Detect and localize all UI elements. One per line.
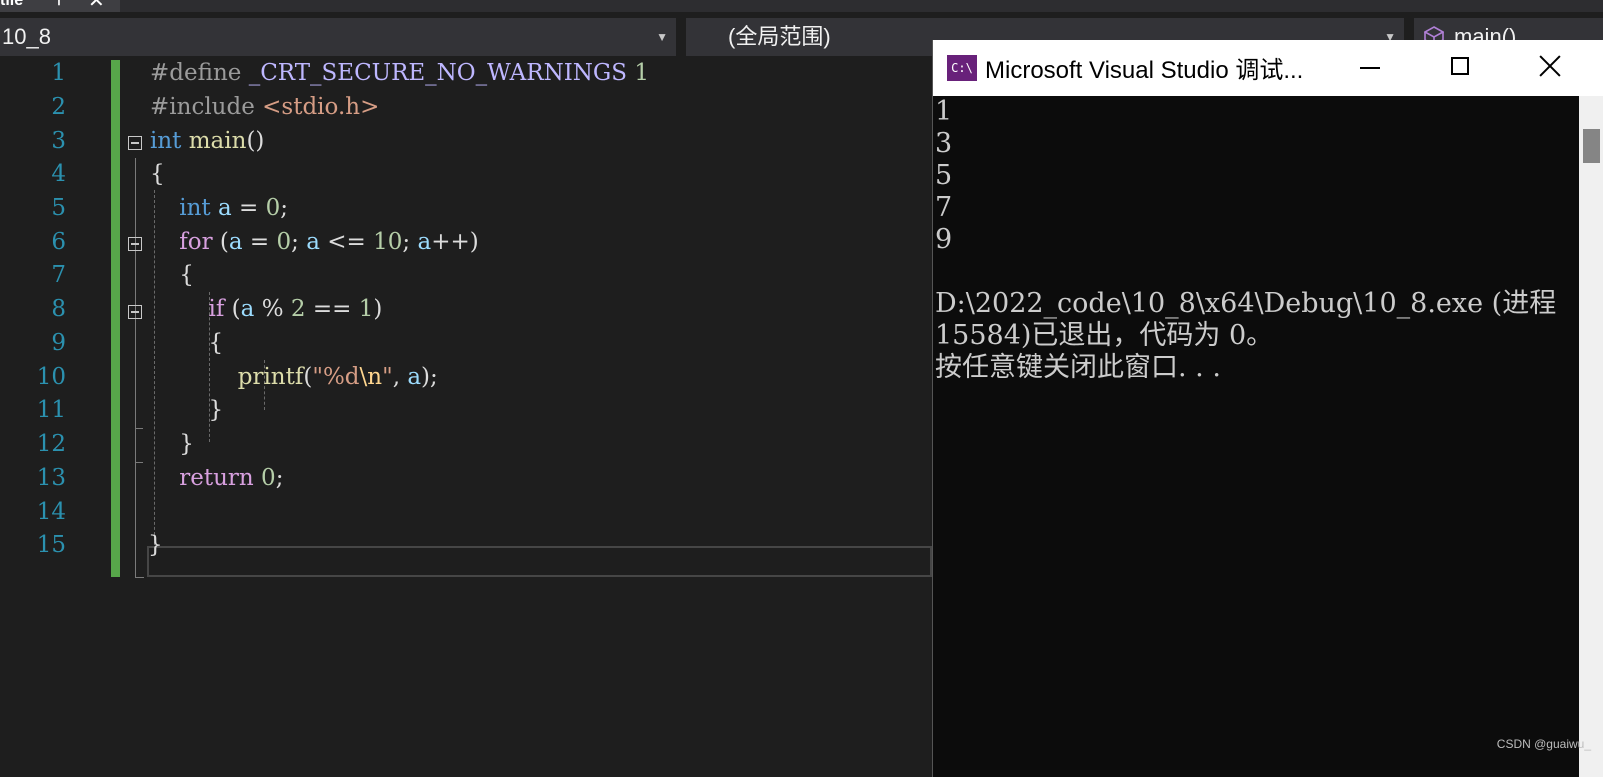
line-number: 13 bbox=[36, 465, 66, 491]
scrollbar-thumb[interactable] bbox=[1583, 129, 1600, 163]
line-number: 7 bbox=[51, 262, 66, 288]
line-number: 6 bbox=[51, 229, 66, 255]
project-dropdown[interactable]: 10_8 ▼ bbox=[0, 18, 676, 56]
watermark: CSDN @guaiwu_ bbox=[1496, 737, 1591, 751]
tab-label: tile bbox=[0, 0, 24, 9]
console-scrollbar[interactable] bbox=[1579, 96, 1603, 777]
code-line[interactable]: int main() bbox=[150, 128, 264, 154]
collapse-if-icon[interactable] bbox=[128, 305, 142, 319]
line-number: 12 bbox=[36, 431, 66, 457]
code-line[interactable]: { bbox=[150, 262, 194, 288]
code-line[interactable]: } bbox=[150, 431, 194, 457]
debug-console-window[interactable]: C:\ Microsoft Visual Studio 调试... 1 3 5 … bbox=[932, 40, 1603, 777]
code-line[interactable]: #include <stdio.h> bbox=[150, 94, 379, 120]
tab-strip: tile ⊤ ✕ bbox=[0, 0, 1603, 12]
line-number: 3 bbox=[51, 128, 66, 154]
tab-document[interactable]: tile ⊤ ✕ bbox=[0, 0, 120, 12]
console-title: Microsoft Visual Studio 调试... bbox=[985, 57, 1304, 84]
maximize-icon bbox=[1451, 57, 1469, 75]
maximize-button[interactable] bbox=[1415, 40, 1505, 96]
line-number: 11 bbox=[36, 397, 66, 423]
code-line[interactable]: { bbox=[150, 161, 165, 187]
line-number: 8 bbox=[51, 296, 66, 322]
current-line-highlight bbox=[147, 546, 932, 577]
code-line[interactable]: #define _CRT_SECURE_NO_WARNINGS 1 bbox=[150, 60, 649, 86]
change-tracking-bar bbox=[111, 60, 120, 577]
code-line[interactable]: } bbox=[148, 532, 163, 558]
minimize-button[interactable] bbox=[1325, 40, 1415, 96]
collapse-for-icon[interactable] bbox=[128, 237, 142, 251]
console-output: 1 3 5 7 9 D:\2022_code\10_8\x64\Debug\10… bbox=[935, 96, 1557, 383]
line-number: 14 bbox=[36, 499, 66, 525]
console-app-icon: C:\ bbox=[947, 55, 977, 81]
line-number: 15 bbox=[36, 532, 66, 558]
code-line[interactable]: if (a % 2 == 1) bbox=[150, 296, 383, 322]
code-line[interactable]: } bbox=[150, 397, 223, 423]
scope-dropdown-value: (全局范围) bbox=[728, 24, 831, 49]
code-line[interactable]: { bbox=[150, 330, 223, 356]
pin-icon[interactable]: ⊤ bbox=[52, 0, 66, 10]
line-number: 10 bbox=[36, 364, 66, 390]
code-line[interactable]: int a = 0; bbox=[150, 195, 288, 221]
outline-guide bbox=[135, 158, 136, 578]
code-editor[interactable]: 1 2 3 4 5 6 7 8 9 10 11 12 13 14 15 #define _CRT_SECUR… bbox=[0, 60, 932, 777]
outline-guide-end bbox=[135, 577, 144, 578]
close-icon[interactable]: ✕ bbox=[88, 0, 105, 11]
line-number: 1 bbox=[51, 60, 66, 86]
line-number: 9 bbox=[51, 330, 66, 356]
line-number: 4 bbox=[51, 161, 66, 187]
collapse-main-icon[interactable] bbox=[128, 136, 142, 150]
line-number: 5 bbox=[51, 195, 66, 221]
console-titlebar[interactable]: C:\ Microsoft Visual Studio 调试... bbox=[933, 40, 1603, 96]
minimize-icon bbox=[1360, 67, 1380, 69]
line-number: 2 bbox=[51, 94, 66, 120]
project-dropdown-value: 10_8 bbox=[2, 24, 51, 49]
close-button[interactable] bbox=[1505, 40, 1595, 96]
outline-guide-end bbox=[135, 428, 143, 429]
code-line[interactable]: printf("%d\n", a); bbox=[150, 364, 438, 390]
outline-guide-end bbox=[135, 462, 143, 463]
chevron-down-icon: ▼ bbox=[656, 30, 668, 44]
code-line[interactable]: for (a = 0; a <= 10; a++) bbox=[150, 229, 478, 255]
code-line[interactable]: return 0; bbox=[150, 465, 283, 491]
